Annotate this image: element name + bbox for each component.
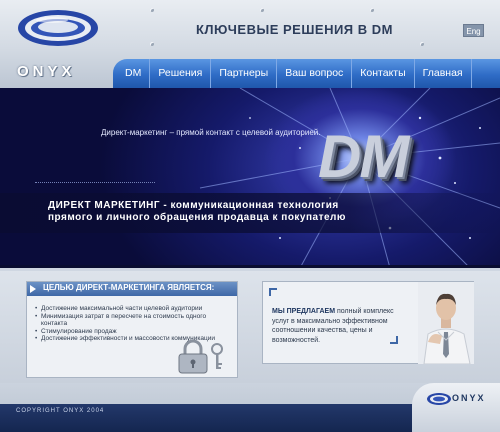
- nav-item-dm[interactable]: DM: [113, 59, 151, 88]
- nav-item-question[interactable]: Ваш вопрос: [277, 59, 353, 88]
- list-item: Минимизация затрат в пересчете на стоимо…: [35, 313, 231, 328]
- offer-text-strong: МЫ ПРЕДЛАГАЕМ: [272, 308, 336, 315]
- page: ONYX КЛЮЧЕВЫЕ РЕШЕНИЯ В DM Eng DM Решени…: [0, 0, 500, 432]
- goals-title: ЦЕЛЬЮ ДИРЕКТ-МАРКЕТИНГА ЯВЛЯЕТСЯ:: [43, 283, 215, 292]
- nav-item-solutions[interactable]: Решения: [150, 59, 212, 88]
- padlock-icon: [178, 339, 223, 374]
- content-area: ЦЕЛЬЮ ДИРЕКТ-МАРКЕТИНГА ЯВЛЯЕТСЯ: Достиж…: [0, 271, 500, 383]
- logo-text[interactable]: ONYX: [17, 63, 76, 80]
- rivet-decor: [150, 42, 154, 46]
- hero-heading-line: прямого и личного обращения продавца к п…: [48, 212, 346, 223]
- arrow-right-icon: [30, 285, 36, 293]
- goals-panel: ЦЕЛЬЮ ДИРЕКТ-МАРКЕТИНГА ЯВЛЯЕТСЯ: Достиж…: [26, 281, 238, 378]
- language-switch-button[interactable]: Eng: [463, 24, 484, 37]
- footer-logo-text[interactable]: ONYX: [452, 393, 486, 403]
- bracket-decor: [269, 288, 277, 296]
- divider: [35, 182, 155, 183]
- rivet-decor: [370, 8, 374, 12]
- hero-tagline: Директ-маркетинг – прямой контакт с целе…: [101, 128, 321, 137]
- dm-logo-text: DM: [318, 123, 409, 190]
- list-item: Стимулирование продаж: [35, 328, 231, 336]
- light-rays-decor: [199, 88, 500, 265]
- nav-item-home[interactable]: Главная: [415, 59, 472, 88]
- offer-text: МЫ ПРЕДЛАГАЕМ полный комплекс услуг в ма…: [272, 307, 400, 345]
- main-nav: DM Решения Партнеры Ваш вопрос Контакты …: [113, 59, 500, 88]
- site-title: КЛЮЧЕВЫЕ РЕШЕНИЯ В DM: [196, 22, 393, 37]
- rivet-decor: [260, 8, 264, 12]
- list-item: Достижение максимальной части целевой ау…: [35, 305, 231, 313]
- hero-heading-line: ДИРЕКТ МАРКЕТИНГ - коммуникационная техн…: [48, 200, 339, 211]
- nav-item-contacts[interactable]: Контакты: [352, 59, 415, 88]
- copyright-text: COPYRIGHT ONYX 2004: [16, 408, 105, 414]
- footer: COPYRIGHT ONYX 2004 ONYX: [0, 383, 500, 432]
- rivet-decor: [150, 8, 154, 12]
- goals-list: Достижение максимальной части целевой ау…: [35, 305, 231, 343]
- onyx-logo-icon[interactable]: [426, 392, 452, 406]
- rivet-decor: [420, 42, 424, 46]
- nav-item-partners[interactable]: Партнеры: [211, 59, 278, 88]
- goals-panel-header: ЦЕЛЬЮ ДИРЕКТ-МАРКЕТИНГА ЯВЛЯЕТСЯ:: [27, 282, 237, 296]
- footer-logo-panel: ONYX: [412, 383, 500, 432]
- hero-banner: Директ-маркетинг – прямой контакт с целе…: [0, 88, 500, 268]
- header: ONYX КЛЮЧЕВЫЕ РЕШЕНИЯ В DM Eng DM Решени…: [0, 0, 500, 88]
- hero-heading: ДИРЕКТ МАРКЕТИНГ - коммуникационная техн…: [48, 200, 368, 224]
- onyx-logo-icon[interactable]: [14, 6, 102, 50]
- offer-panel: МЫ ПРЕДЛАГАЕМ полный комплекс услуг в ма…: [262, 281, 474, 364]
- businessman-photo: [418, 282, 474, 364]
